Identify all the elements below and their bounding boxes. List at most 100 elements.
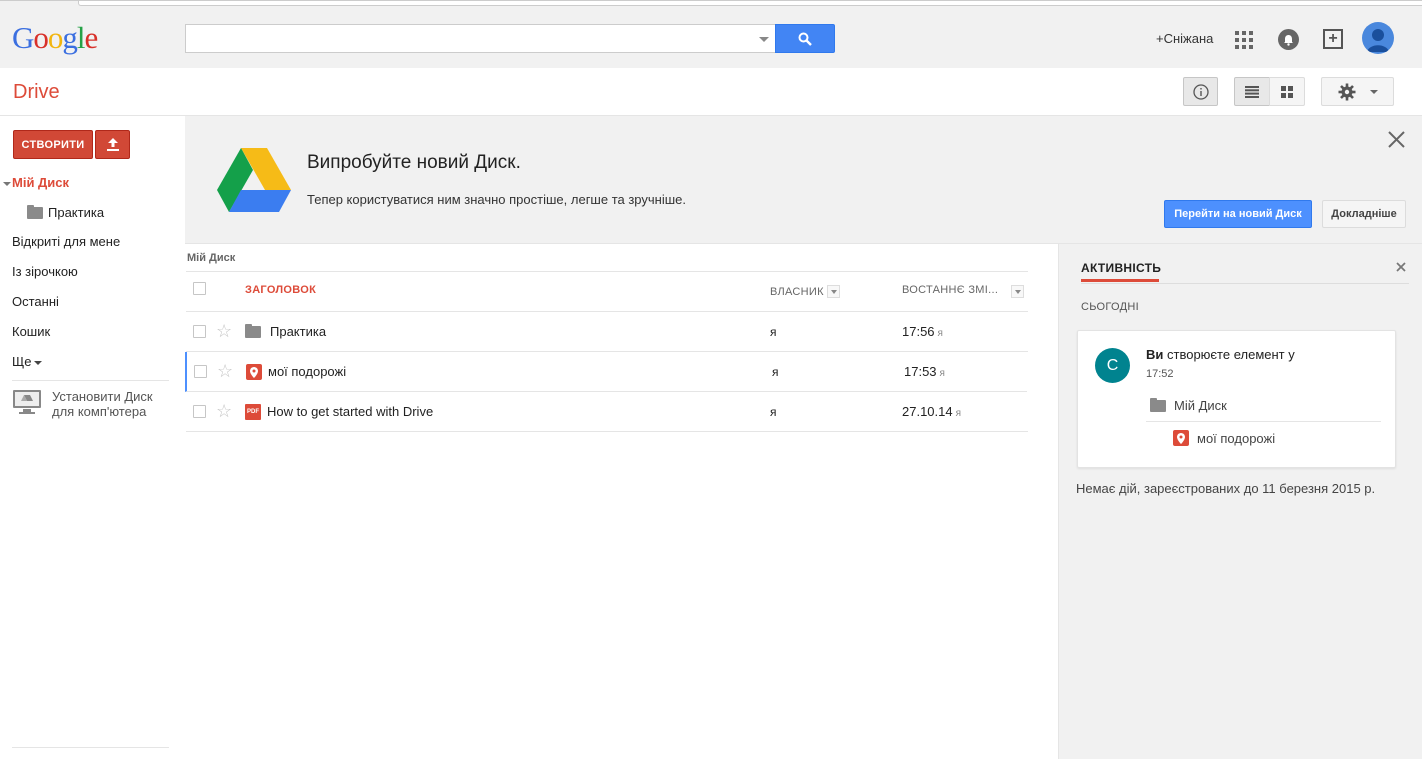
- promo-description: Тепер користуватися ним значно простіше,…: [307, 192, 687, 207]
- learn-more-button[interactable]: Докладніше: [1322, 200, 1406, 228]
- search-input[interactable]: [186, 25, 746, 52]
- list-view-icon: [1245, 85, 1259, 98]
- owner-sort-dropdown-icon[interactable]: [827, 285, 840, 298]
- nav-more[interactable]: Ще: [12, 354, 43, 369]
- folder-icon: [245, 324, 261, 341]
- search-options-caret-icon[interactable]: [759, 37, 769, 42]
- browser-edge: [78, 1, 1422, 6]
- account-avatar[interactable]: [1362, 22, 1394, 54]
- file-modified: 17:56 я: [902, 324, 943, 339]
- row-checkbox[interactable]: [193, 405, 206, 418]
- grid-view-button[interactable]: [1269, 77, 1305, 106]
- file-name[interactable]: How to get started with Drive: [267, 404, 433, 419]
- modified-sort-dropdown-icon[interactable]: [1011, 285, 1024, 298]
- file-owner: я: [770, 405, 777, 419]
- nav-folder-practice[interactable]: Практика: [27, 204, 104, 220]
- close-icon: [1388, 131, 1405, 148]
- install-drive-link[interactable]: Установити Диск для комп'ютера: [12, 389, 153, 419]
- expand-triangle-icon[interactable]: [3, 181, 11, 186]
- column-header-modified[interactable]: ВОСТАННЄ ЗМІ...: [902, 284, 998, 296]
- drive-toolbar: Drive: [0, 68, 1422, 116]
- search-button[interactable]: [775, 24, 835, 53]
- create-button[interactable]: СТВОРИТИ: [13, 130, 93, 159]
- nav-starred[interactable]: Із зірочкою: [12, 264, 78, 279]
- modified-time: 17:56: [902, 324, 935, 339]
- details-button[interactable]: [1183, 77, 1218, 106]
- breadcrumb[interactable]: Мій Диск: [187, 252, 235, 264]
- nav-my-drive[interactable]: Мій Диск: [3, 175, 69, 190]
- row-checkbox[interactable]: [193, 325, 206, 338]
- pdf-icon: PDF: [245, 404, 261, 420]
- google-logo[interactable]: Google: [12, 19, 98, 57]
- user-profile-link[interactable]: +Сніжана: [1156, 31, 1213, 46]
- drive-logo-icon: [217, 148, 291, 212]
- activity-close-button[interactable]: [1396, 260, 1406, 275]
- chevron-down-icon: [1369, 89, 1378, 94]
- activity-card: C Ви створюєте елемент у 17:52 Мій Диск …: [1077, 330, 1396, 468]
- table-row[interactable]: ☆ PDF How to get started with Drive я 27…: [186, 392, 1028, 432]
- activity-panel: АКТИВНІСТЬ СЬОГОДНІ C Ви створюєте елеме…: [1058, 244, 1422, 759]
- row-checkbox[interactable]: [194, 365, 207, 378]
- modified-by: я: [937, 328, 943, 339]
- activity-divider: [1081, 283, 1409, 284]
- star-icon[interactable]: ☆: [216, 401, 232, 421]
- promo-title: Випробуйте новий Диск.: [307, 152, 521, 173]
- activity-action: створюєте елемент у: [1163, 347, 1295, 362]
- column-header-owner[interactable]: ВЛАСНИК: [770, 286, 824, 298]
- install-line-2: для комп'ютера: [52, 404, 147, 419]
- go-to-new-drive-button[interactable]: Перейти на новий Диск: [1164, 200, 1312, 228]
- upload-button[interactable]: [95, 130, 130, 159]
- file-modified: 17:53 я: [904, 364, 945, 379]
- column-header-title[interactable]: ЗАГОЛОВОК: [245, 284, 316, 296]
- tab-activity[interactable]: АКТИВНІСТЬ: [1081, 261, 1161, 275]
- upload-icon: [106, 138, 119, 151]
- search-icon: [798, 32, 812, 46]
- nav-recent[interactable]: Останні: [12, 294, 59, 309]
- table-row[interactable]: ☆ Практика я 17:56 я: [186, 312, 1028, 352]
- list-view-button[interactable]: [1234, 77, 1270, 106]
- new-drive-promo: Випробуйте новий Диск. Тепер користувати…: [185, 116, 1422, 244]
- file-name[interactable]: Практика: [270, 324, 326, 339]
- folder-icon: [1150, 397, 1166, 412]
- file-owner: я: [772, 365, 779, 379]
- active-tab-indicator: [1081, 279, 1159, 282]
- gear-icon: [1338, 83, 1355, 100]
- table-row[interactable]: ☆ мої подорожі я 17:53 я: [185, 352, 1027, 392]
- modified-time: 17:53: [904, 364, 937, 379]
- settings-button[interactable]: [1321, 77, 1394, 106]
- top-bar: Google +Сніжана +: [0, 0, 1422, 68]
- nav-divider: [12, 380, 169, 381]
- today-label: СЬОГОДНІ: [1081, 301, 1139, 313]
- nav-trash[interactable]: Кошик: [12, 324, 50, 339]
- modified-time: 27.10.14: [902, 404, 953, 419]
- chevron-down-icon: [34, 360, 43, 365]
- grid-view-icon: [1281, 85, 1293, 98]
- desktop-drive-icon: [13, 390, 41, 414]
- activity-description: Ви створюєте елемент у: [1146, 347, 1295, 362]
- modified-by: я: [939, 368, 945, 379]
- share-plus-icon[interactable]: +: [1323, 29, 1343, 49]
- info-icon: [1192, 83, 1209, 100]
- activity-footer-note: Немає дій, зареєстрованих до 11 березня …: [1076, 481, 1376, 496]
- card-divider: [1146, 421, 1381, 422]
- select-all-checkbox[interactable]: [193, 282, 206, 295]
- star-icon[interactable]: ☆: [216, 321, 232, 341]
- map-icon: [1173, 430, 1189, 446]
- activity-folder-link[interactable]: Мій Диск: [1150, 397, 1227, 413]
- close-icon: [1396, 262, 1406, 272]
- file-owner: я: [770, 325, 777, 339]
- file-name[interactable]: мої подорожі: [268, 364, 346, 379]
- drive-title[interactable]: Drive: [13, 81, 60, 104]
- activity-file-link[interactable]: мої подорожі: [1173, 430, 1275, 446]
- left-navigation: СТВОРИТИ Мій Диск Практика Відкриті для …: [0, 116, 185, 759]
- activity-file-label: мої подорожі: [1197, 430, 1276, 446]
- promo-close-button[interactable]: [1388, 131, 1405, 151]
- notifications-bell-icon[interactable]: [1278, 29, 1299, 50]
- map-icon: [246, 364, 262, 380]
- file-modified: 27.10.14 я: [902, 404, 961, 419]
- star-icon[interactable]: ☆: [217, 361, 233, 381]
- nav-my-drive-label: Мій Диск: [12, 175, 70, 190]
- apps-grid-icon[interactable]: [1235, 31, 1253, 49]
- search-box[interactable]: [185, 24, 775, 53]
- nav-shared-with-me[interactable]: Відкриті для мене: [12, 234, 120, 249]
